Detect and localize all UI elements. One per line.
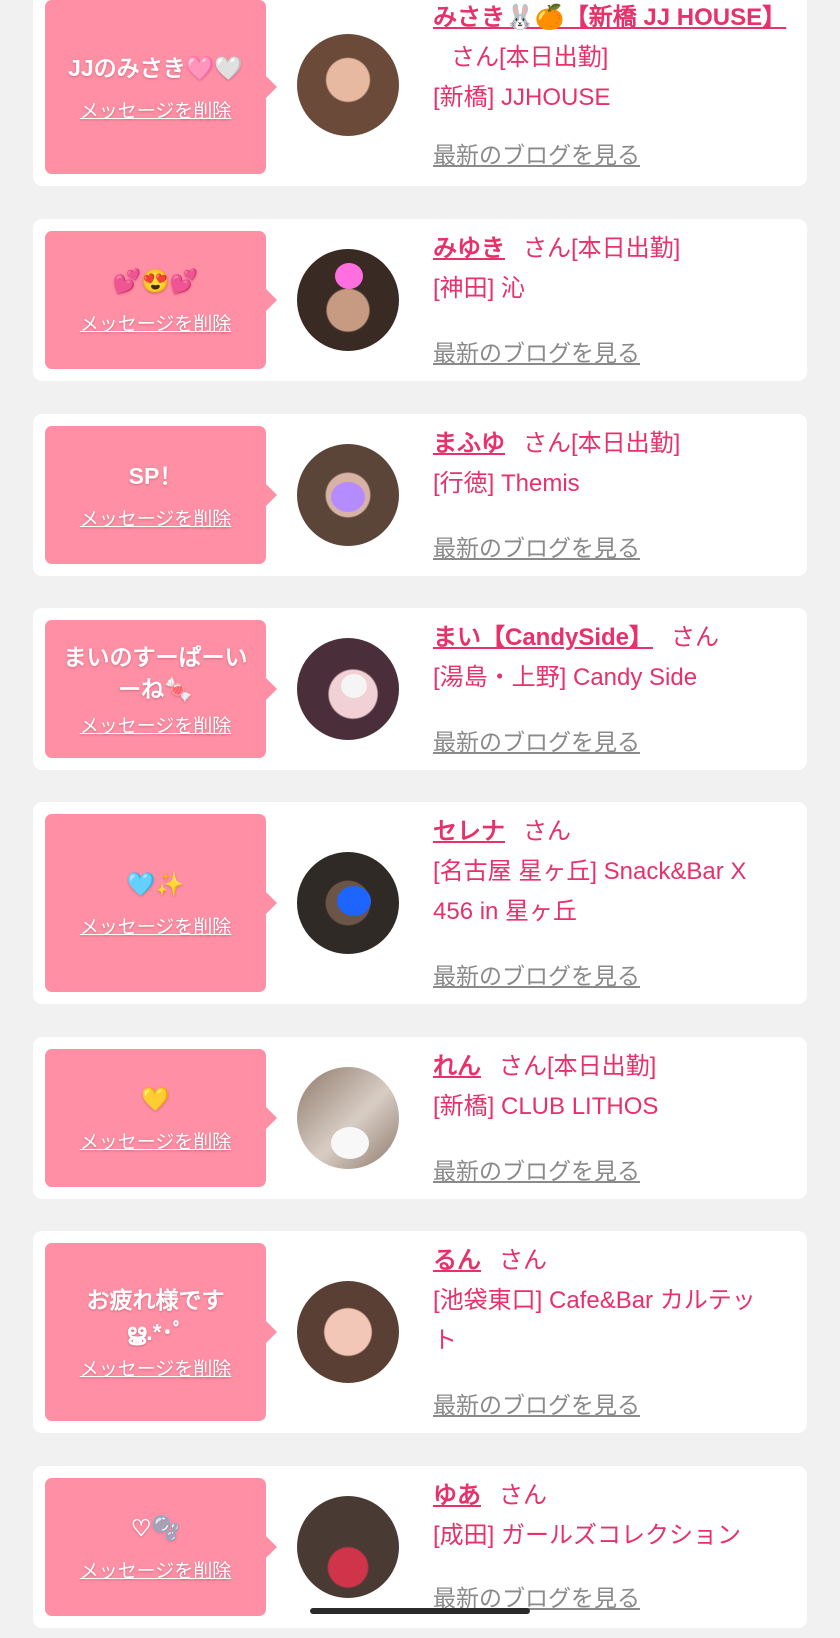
blog-link[interactable]: 最新のブログを見る — [433, 529, 640, 563]
delete-message-link[interactable]: メッセージを削除 — [80, 1556, 232, 1583]
message-bubble: 💕😍💕 メッセージを削除 — [45, 231, 277, 369]
shop-name: [名古屋 星ヶ丘] Snack&Bar X 456 in 星ヶ丘 — [433, 858, 747, 925]
avatar[interactable] — [297, 638, 399, 740]
blog-link[interactable]: 最新のブログを見る — [433, 1152, 640, 1186]
shop-name: [成田] ガールズコレクション — [433, 1522, 742, 1549]
cast-suffix: さん[本日出勤] — [499, 1053, 657, 1080]
cast-suffix: さん — [499, 1247, 547, 1274]
cast-info: ゆあ さん [成田] ガールズコレクション — [433, 1466, 777, 1556]
delete-message-link[interactable]: メッセージを削除 — [80, 504, 232, 531]
avatar[interactable] — [297, 1281, 399, 1383]
delete-message-link[interactable]: メッセージを削除 — [80, 912, 232, 939]
cast-suffix: さん[本日出勤] — [523, 430, 681, 457]
message-text: SP！ — [128, 462, 183, 489]
message-bubble: まいのすーぱーいーね🍬 メッセージを削除 — [45, 620, 277, 758]
cast-name-link[interactable]: みさき🐰🍊【新橋 JJ HOUSE】 — [433, 4, 786, 31]
cast-suffix: さん — [671, 624, 720, 651]
list-item: JJのみさき🩷🤍 メッセージを削除 みさき🐰🍊【新橋 JJ HOUSE】さん[本… — [33, 0, 807, 186]
message-bubble: SP！ メッセージを削除 — [45, 426, 277, 564]
list-item: 💕😍💕 メッセージを削除 みゆき さん[本日出勤] [神田] 沁 最新のブログを見… — [33, 219, 807, 381]
message-bubble: 🩵✨ メッセージを削除 — [45, 814, 277, 992]
cast-suffix: さん[本日出勤] — [451, 44, 609, 71]
message-text: ♡🫧 — [130, 1514, 181, 1541]
cast-info: れん さん[本日出勤] [新橋] CLUB LITHOS — [433, 1037, 777, 1127]
avatar[interactable] — [297, 852, 399, 954]
heart-sticker-icon — [341, 674, 367, 698]
avatar[interactable] — [297, 1496, 399, 1598]
message-bubble: お疲れ様です ൠ.*･ﾟ メッセージを削除 — [45, 1243, 277, 1421]
cast-info: セレナ さん [名古屋 星ヶ丘] Snack&Bar X 456 in 星ヶ丘 — [433, 802, 777, 932]
heart-sticker-icon — [335, 263, 363, 289]
message-bubble: ♡🫧 メッセージを削除 — [45, 1478, 277, 1616]
blog-link[interactable]: 最新のブログを見る — [433, 334, 640, 368]
delete-message-link[interactable]: メッセージを削除 — [80, 1127, 232, 1154]
cast-name-link[interactable]: まふゆ — [433, 430, 505, 457]
blog-link[interactable]: 最新のブログを見る — [433, 136, 640, 170]
home-indicator[interactable] — [310, 1608, 530, 1614]
shop-name: [湯島・上野] Candy Side — [433, 664, 698, 691]
message-text: お疲れ様です ൠ.*･ﾟ — [86, 1286, 225, 1345]
message-bubble: 💛 メッセージを削除 — [45, 1049, 277, 1187]
cast-name-link[interactable]: まい【CandySide】 — [433, 624, 653, 651]
cast-suffix: さん[本日出勤] — [523, 235, 681, 262]
cast-name-link[interactable]: セレナ — [433, 818, 505, 845]
blog-link[interactable]: 最新のブログを見る — [433, 957, 640, 991]
list-item: 🩵✨ メッセージを削除 セレナ さん [名古屋 星ヶ丘] Snack&Bar X … — [33, 802, 807, 1004]
cast-info: まふゆ さん[本日出勤] [行徳] Themis — [433, 414, 777, 504]
message-text: 💛 — [141, 1085, 170, 1112]
cast-info: みさき🐰🍊【新橋 JJ HOUSE】さん[本日出勤] [新橋] JJHOUSE — [433, 0, 786, 118]
delete-message-link[interactable]: メッセージを削除 — [80, 96, 232, 123]
message-text: JJのみさき🩷🤍 — [68, 54, 243, 81]
cast-name-link[interactable]: るん — [433, 1247, 481, 1274]
delete-message-link[interactable]: メッセージを削除 — [80, 1354, 232, 1381]
cast-suffix: さん — [499, 1482, 547, 1509]
message-text: 💕😍💕 — [112, 267, 199, 294]
cast-name-link[interactable]: みゆき — [433, 235, 505, 262]
avatar[interactable] — [297, 34, 399, 136]
shop-name: [新橋] JJHOUSE — [433, 84, 611, 111]
shop-name: [池袋東口] Cafe&Bar カルテット — [433, 1287, 756, 1354]
cast-info: まい【CandySide】 さん [湯島・上野] Candy Side — [433, 608, 777, 698]
list-item: ♡🫧 メッセージを削除 ゆあ さん [成田] ガールズコレクション 最新のブログを… — [33, 1466, 807, 1628]
cast-info: るん さん [池袋東口] Cafe&Bar カルテット — [433, 1231, 777, 1361]
shop-name: [神田] 沁 — [433, 275, 526, 302]
cast-name-link[interactable]: ゆあ — [433, 1482, 481, 1509]
message-bubble: JJのみさき🩷🤍 メッセージを削除 — [45, 0, 277, 174]
list-item: まいのすーぱーいーね🍬 メッセージを削除 まい【CandySide】 さん [湯島… — [33, 608, 807, 770]
list-item: SP！ メッセージを削除 まふゆ さん[本日出勤] [行徳] Themis 最新の… — [33, 414, 807, 576]
heart-sticker-icon — [337, 886, 371, 916]
cast-name-link[interactable]: れん — [433, 1053, 481, 1080]
blog-link[interactable]: 最新のブログを見る — [433, 723, 640, 757]
shop-name: [行徳] Themis — [433, 470, 580, 497]
blog-link[interactable]: 最新のブログを見る — [433, 1386, 640, 1420]
heart-sticker-icon — [331, 1127, 369, 1159]
list-item: お疲れ様です ൠ.*･ﾟ メッセージを削除 るん さん [池袋東口] Cafe&B… — [33, 1231, 807, 1433]
message-text: 🩵✨ — [126, 870, 185, 897]
shop-name: [新橋] CLUB LITHOS — [433, 1093, 659, 1120]
list-item: 💛 メッセージを削除 れん さん[本日出勤] [新橋] CLUB LITHOS 最… — [33, 1037, 807, 1199]
cast-info: みゆき さん[本日出勤] [神田] 沁 — [433, 219, 777, 309]
avatar[interactable] — [297, 1067, 399, 1169]
heart-sticker-icon — [331, 482, 365, 512]
avatar[interactable] — [297, 249, 399, 351]
message-text: まいのすーぱーいーね🍬 — [63, 643, 248, 702]
cast-suffix: さん — [523, 818, 571, 845]
delete-message-link[interactable]: メッセージを削除 — [80, 309, 232, 336]
delete-message-link[interactable]: メッセージを削除 — [80, 711, 232, 738]
avatar[interactable] — [297, 444, 399, 546]
